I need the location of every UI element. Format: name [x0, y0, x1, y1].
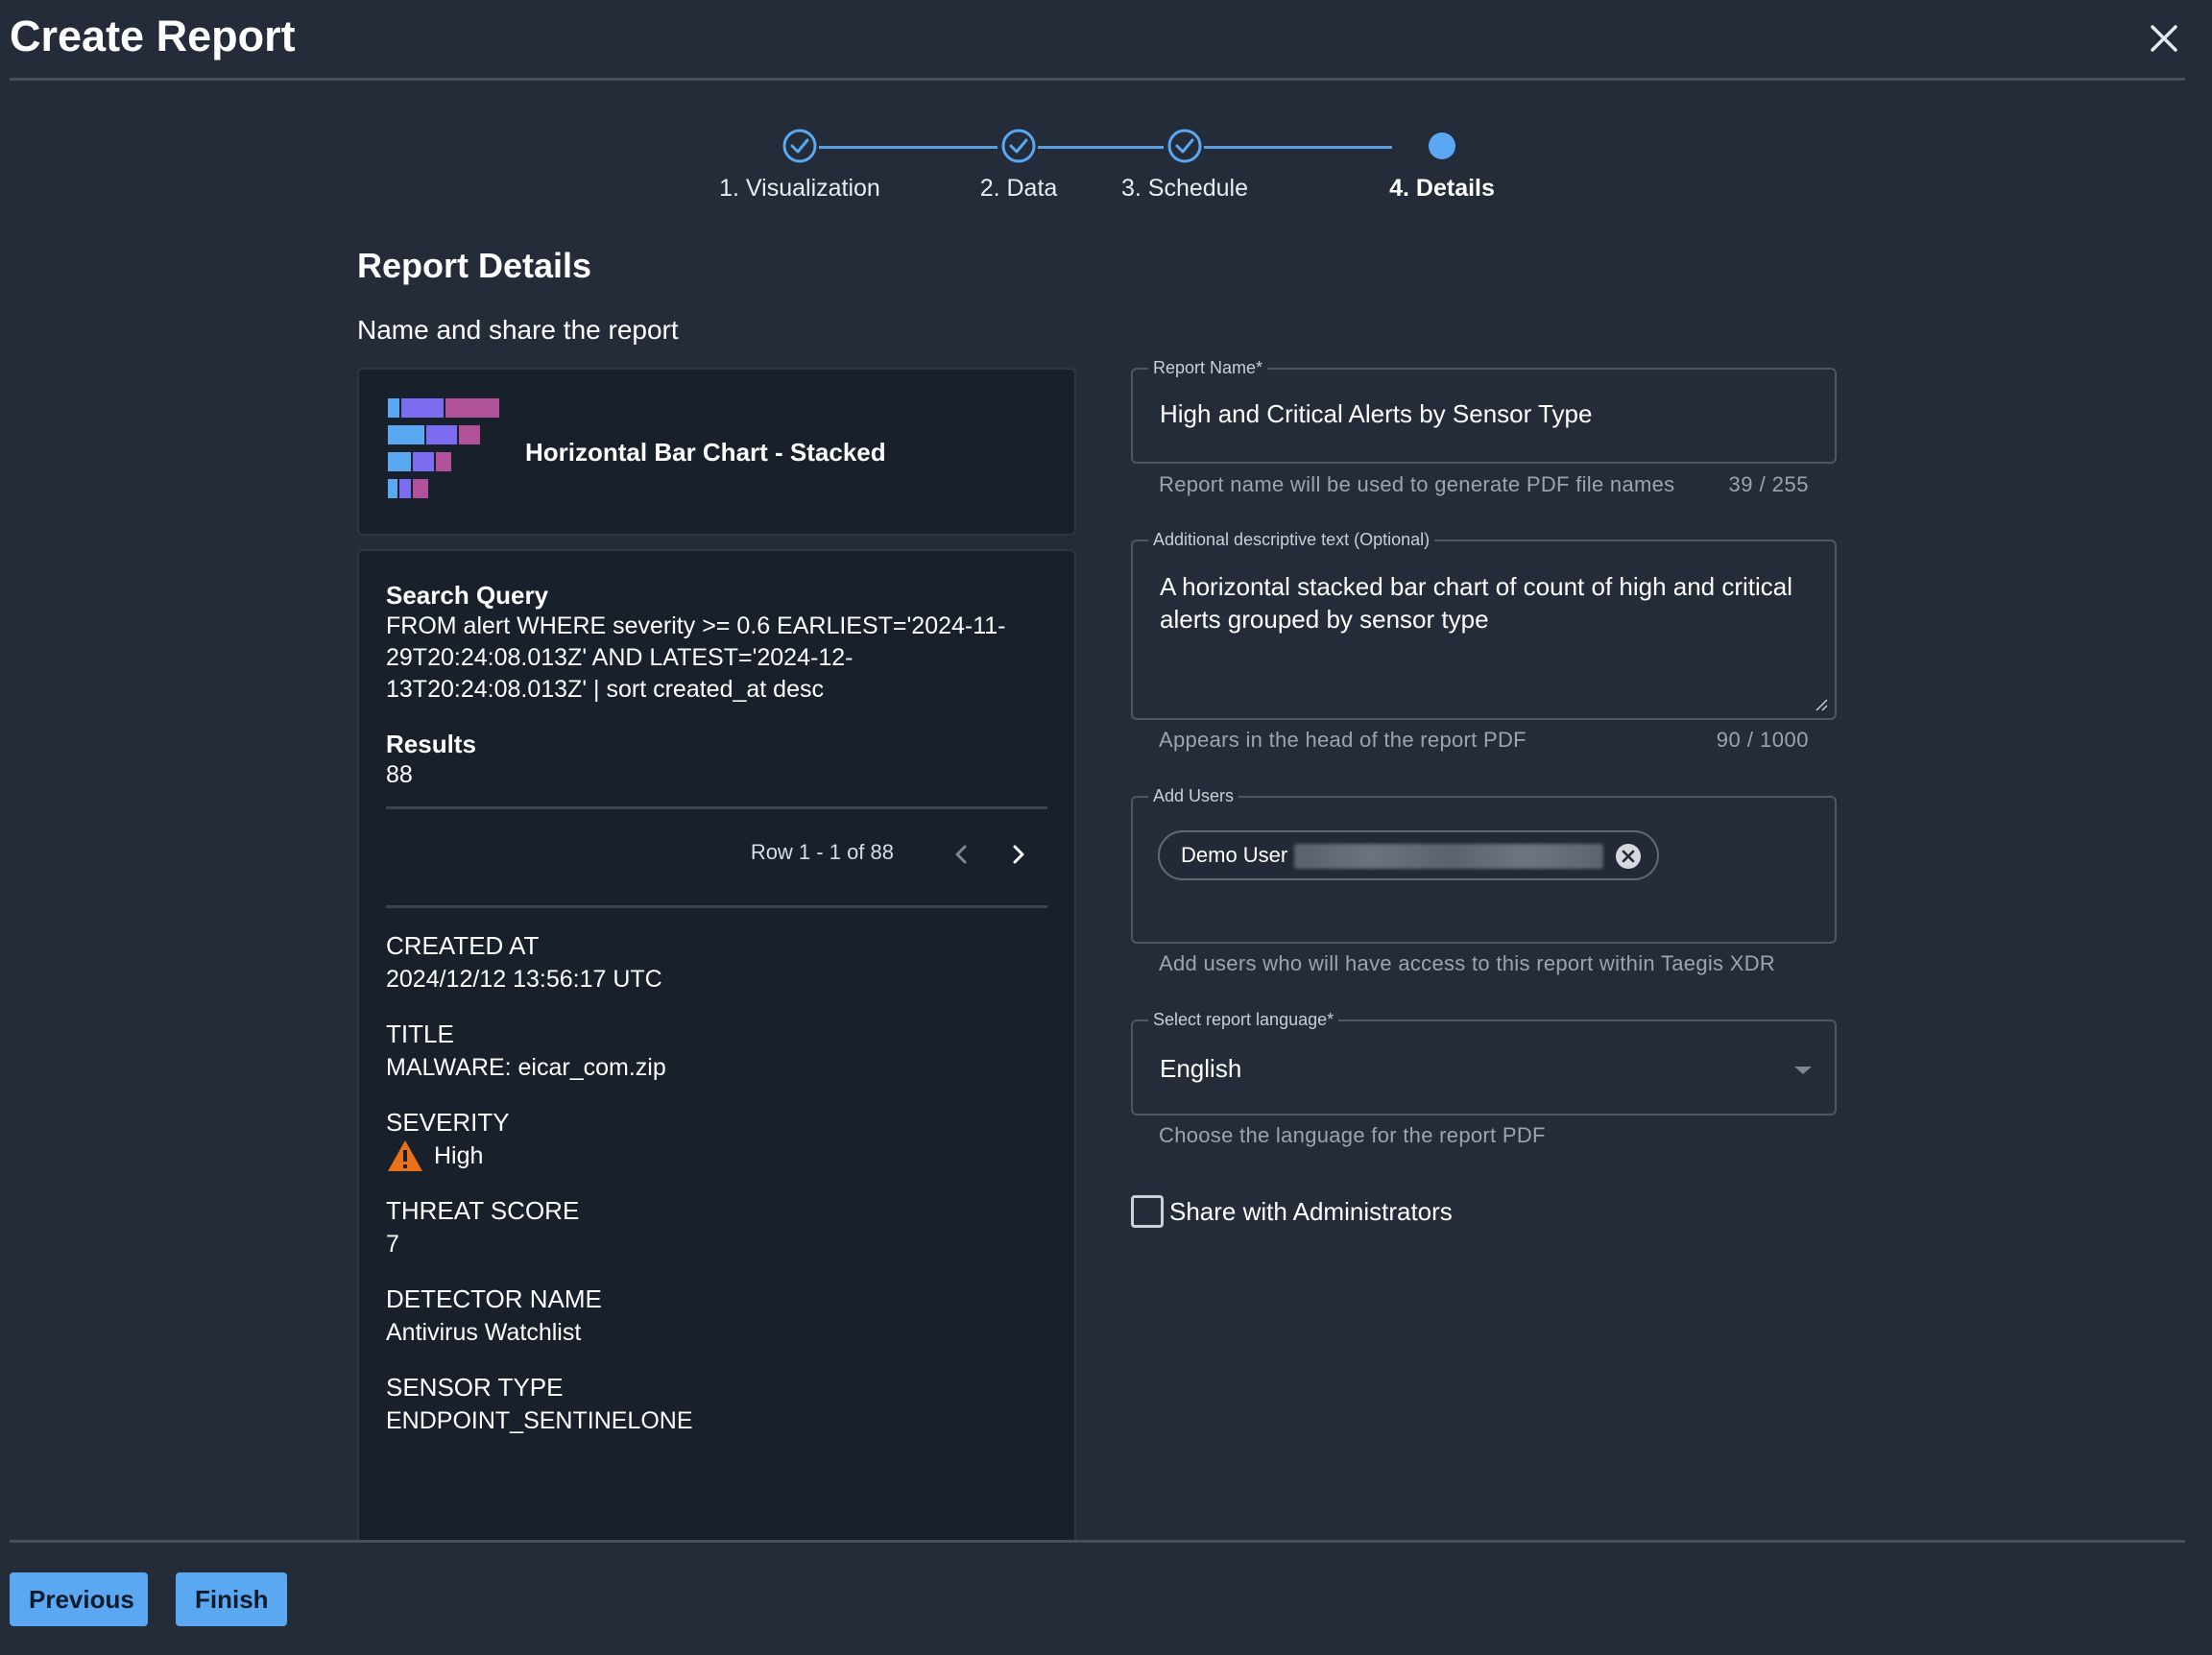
stacked-bar-chart-icon [388, 398, 499, 498]
field-value: 7 [386, 1231, 399, 1258]
severity-text: High [434, 1142, 484, 1169]
field-label: DETECTOR NAME [386, 1284, 602, 1313]
checkbox-label: Share with Administrators [1169, 1196, 1453, 1226]
field-value: ENDPOINT_SENTINELONE [386, 1407, 693, 1434]
search-query-label: Search Query [386, 581, 549, 610]
dropdown-arrow-icon [1794, 1067, 1812, 1074]
results-count: 88 [386, 761, 413, 788]
field-label: THREAT SCORE [386, 1196, 580, 1225]
resize-handle-icon[interactable] [1814, 697, 1829, 712]
close-button[interactable] [2143, 17, 2185, 60]
field-detector-name: DETECTOR NAME Antivirus Watchlist [386, 1283, 1047, 1350]
close-icon [2151, 25, 2177, 52]
field-label: SENSOR TYPE [386, 1373, 564, 1402]
step-schedule[interactable]: 3. Schedule [1079, 127, 1290, 203]
query-preview-card: Search Query FROM alert WHERE severity >… [357, 549, 1076, 1540]
previous-button[interactable]: Previous [10, 1572, 148, 1626]
chevron-left-icon [955, 845, 967, 864]
section-subtitle: Name and share the report [357, 315, 679, 345]
field-value: Antivirus Watchlist [386, 1319, 582, 1346]
language-helper: Choose the language for the report PDF [1159, 1123, 1546, 1147]
row-pager: Row 1 - 1 of 88 [386, 809, 1047, 905]
field-threat-score: THREAT SCORE 7 [386, 1194, 1047, 1261]
finish-button[interactable]: Finish [176, 1572, 287, 1626]
results-label: Results [386, 730, 476, 758]
check-circle-icon [1167, 129, 1202, 163]
description-helper: Appears in the head of the report PDF [1159, 728, 1527, 752]
user-chip-name: Demo User [1181, 843, 1288, 867]
user-chip[interactable]: Demo User [1158, 830, 1659, 880]
divider [386, 905, 1047, 908]
checkbox-box[interactable] [1131, 1195, 1164, 1228]
next-row-button[interactable] [1001, 838, 1034, 871]
step-label: 1. Visualization [719, 175, 880, 202]
field-label: SEVERITY [386, 1108, 510, 1137]
chevron-right-icon [1013, 845, 1024, 864]
field-severity: SEVERITY High [386, 1106, 1047, 1173]
description-label: Additional descriptive text (Optional) [1148, 529, 1435, 550]
step-visualization[interactable]: 1. Visualization [694, 127, 905, 203]
add-users-field[interactable]: Add Users Demo User [1131, 785, 1837, 944]
field-sensor-type: SENSOR TYPE ENDPOINT_SENTINELONE [386, 1371, 1047, 1438]
field-label: TITLE [386, 1019, 454, 1048]
share-with-admins-checkbox[interactable]: Share with Administrators [1131, 1195, 1453, 1228]
field-title: TITLE MALWARE: eicar_com.zip [386, 1018, 1047, 1085]
check-circle-icon [1001, 129, 1036, 163]
wizard-stepper: 1. Visualization 2. Data 3. Schedule 4. … [691, 127, 1517, 213]
warning-icon [388, 1140, 422, 1171]
report-name-field[interactable]: Report Name* High and Critical Alerts by… [1131, 357, 1837, 464]
description-counter: 90 / 1000 [1716, 728, 1809, 752]
remove-user-icon[interactable] [1615, 843, 1642, 870]
redacted-email [1294, 844, 1603, 869]
active-step-dot-icon [1429, 132, 1455, 159]
field-created-at: CREATED AT 2024/12/12 13:56:17 UTC [386, 929, 1047, 996]
visualization-type-label: Horizontal Bar Chart - Stacked [525, 438, 886, 467]
field-value: 2024/12/12 13:56:17 UTC [386, 966, 662, 993]
add-users-helper: Add users who will have access to this r… [1159, 951, 1776, 975]
search-query-text: FROM alert WHERE severity >= 0.6 EARLIES… [386, 612, 1006, 703]
report-name-input[interactable]: High and Critical Alerts by Sensor Type [1160, 399, 1592, 429]
check-circle-icon [782, 129, 817, 163]
pager-text: Row 1 - 1 of 88 [750, 840, 894, 864]
description-field[interactable]: Additional descriptive text (Optional) A… [1131, 529, 1837, 720]
language-label: Select report language* [1148, 1009, 1339, 1030]
description-textarea[interactable]: A horizontal stacked bar chart of count … [1160, 570, 1803, 636]
add-users-label: Add Users [1148, 785, 1239, 806]
report-name-counter: 39 / 255 [1728, 472, 1809, 496]
step-label: 4. Details [1389, 175, 1495, 202]
step-label: 3. Schedule [1120, 175, 1249, 202]
visualization-card: Horizontal Bar Chart - Stacked [357, 368, 1076, 536]
severity-value: High [386, 1139, 1047, 1173]
step-details[interactable]: 4. Details [1336, 127, 1548, 203]
dialog-header: Create Report [10, 0, 2185, 81]
language-value: English [1160, 1054, 1242, 1083]
report-name-helper: Report name will be used to generate PDF… [1159, 472, 1675, 496]
field-value: MALWARE: eicar_com.zip [386, 1054, 666, 1081]
previous-row-button[interactable] [946, 838, 978, 871]
footer-divider [10, 1540, 2185, 1543]
language-select[interactable]: Select report language* English [1131, 1009, 1837, 1115]
field-label: CREATED AT [386, 931, 540, 960]
dialog-title: Create Report [10, 12, 296, 60]
report-name-label: Report Name* [1148, 357, 1268, 378]
section-title: Report Details [357, 246, 592, 285]
